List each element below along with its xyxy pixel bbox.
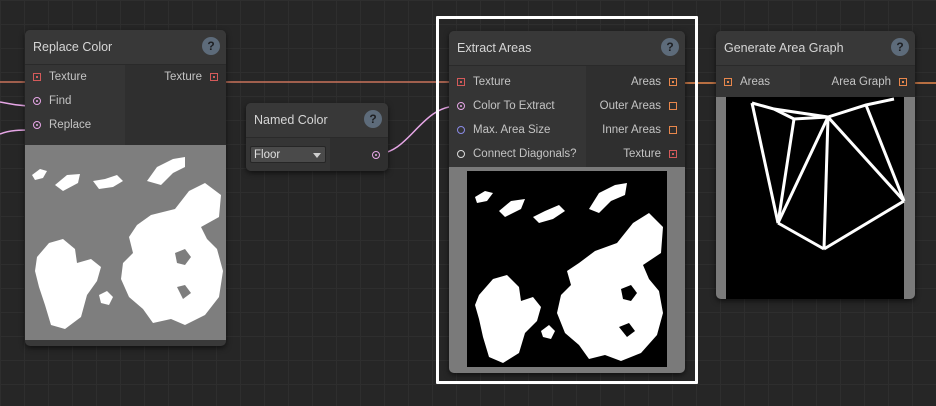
port-label: Areas [740,76,771,88]
node-ports: Texture Find Replace Texture [25,65,226,146]
port-label: Replace [49,119,92,131]
dropdown-value: Floor [254,149,281,161]
input-port-find[interactable]: Find [33,89,71,113]
port-label: Texture [49,71,87,83]
node-ports: Areas Area Graph [716,66,915,98]
areas-pin-icon[interactable] [724,78,732,86]
node-title: Named Color [254,113,328,127]
node-title: Replace Color [33,40,113,54]
texture-pin-icon[interactable] [210,73,218,81]
output-column: Area Graph [800,66,915,98]
help-icon[interactable]: ? [364,110,382,128]
node-title: Generate Area Graph [724,41,844,55]
chevron-down-icon [313,153,321,158]
output-port-texture[interactable]: Texture [164,65,218,89]
area-graph-preview [716,97,915,299]
color-output-pin-icon[interactable] [372,151,380,159]
input-port-replace[interactable]: Replace [33,113,91,137]
help-icon[interactable]: ? [891,38,909,56]
generate-area-graph-node[interactable]: Generate Area Graph ? Areas Area Graph [716,31,915,299]
replace-color-node[interactable]: Replace Color ? Texture Find Replace Tex… [25,30,226,346]
color-pin-icon[interactable] [33,97,41,105]
input-column: Floor [246,138,330,171]
named-color-node[interactable]: Named Color ? Floor [246,103,388,171]
port-label: Area Graph [831,76,891,88]
input-column: Texture Find Replace [25,65,125,146]
node-header[interactable]: Generate Area Graph ? [716,31,915,66]
color-pin-icon[interactable] [33,121,41,129]
port-label: Find [49,95,72,107]
input-column: Areas [716,66,800,98]
input-port-texture[interactable]: Texture [33,65,87,89]
node-selection-frame [436,16,698,384]
node-header[interactable]: Named Color ? [246,103,388,138]
texture-pin-icon[interactable] [33,73,41,81]
help-icon[interactable]: ? [202,37,220,55]
color-name-dropdown[interactable]: Floor [250,146,326,163]
input-port-areas[interactable]: Areas [724,70,770,94]
texture-preview [25,145,226,340]
output-column [330,138,388,171]
port-label: Texture [164,71,202,83]
graph-pin-icon[interactable] [899,78,907,86]
node-ports: Floor [246,138,388,171]
output-port-area-graph[interactable]: Area Graph [832,70,907,94]
node-header[interactable]: Replace Color ? [25,30,226,65]
output-column: Texture [125,65,226,146]
